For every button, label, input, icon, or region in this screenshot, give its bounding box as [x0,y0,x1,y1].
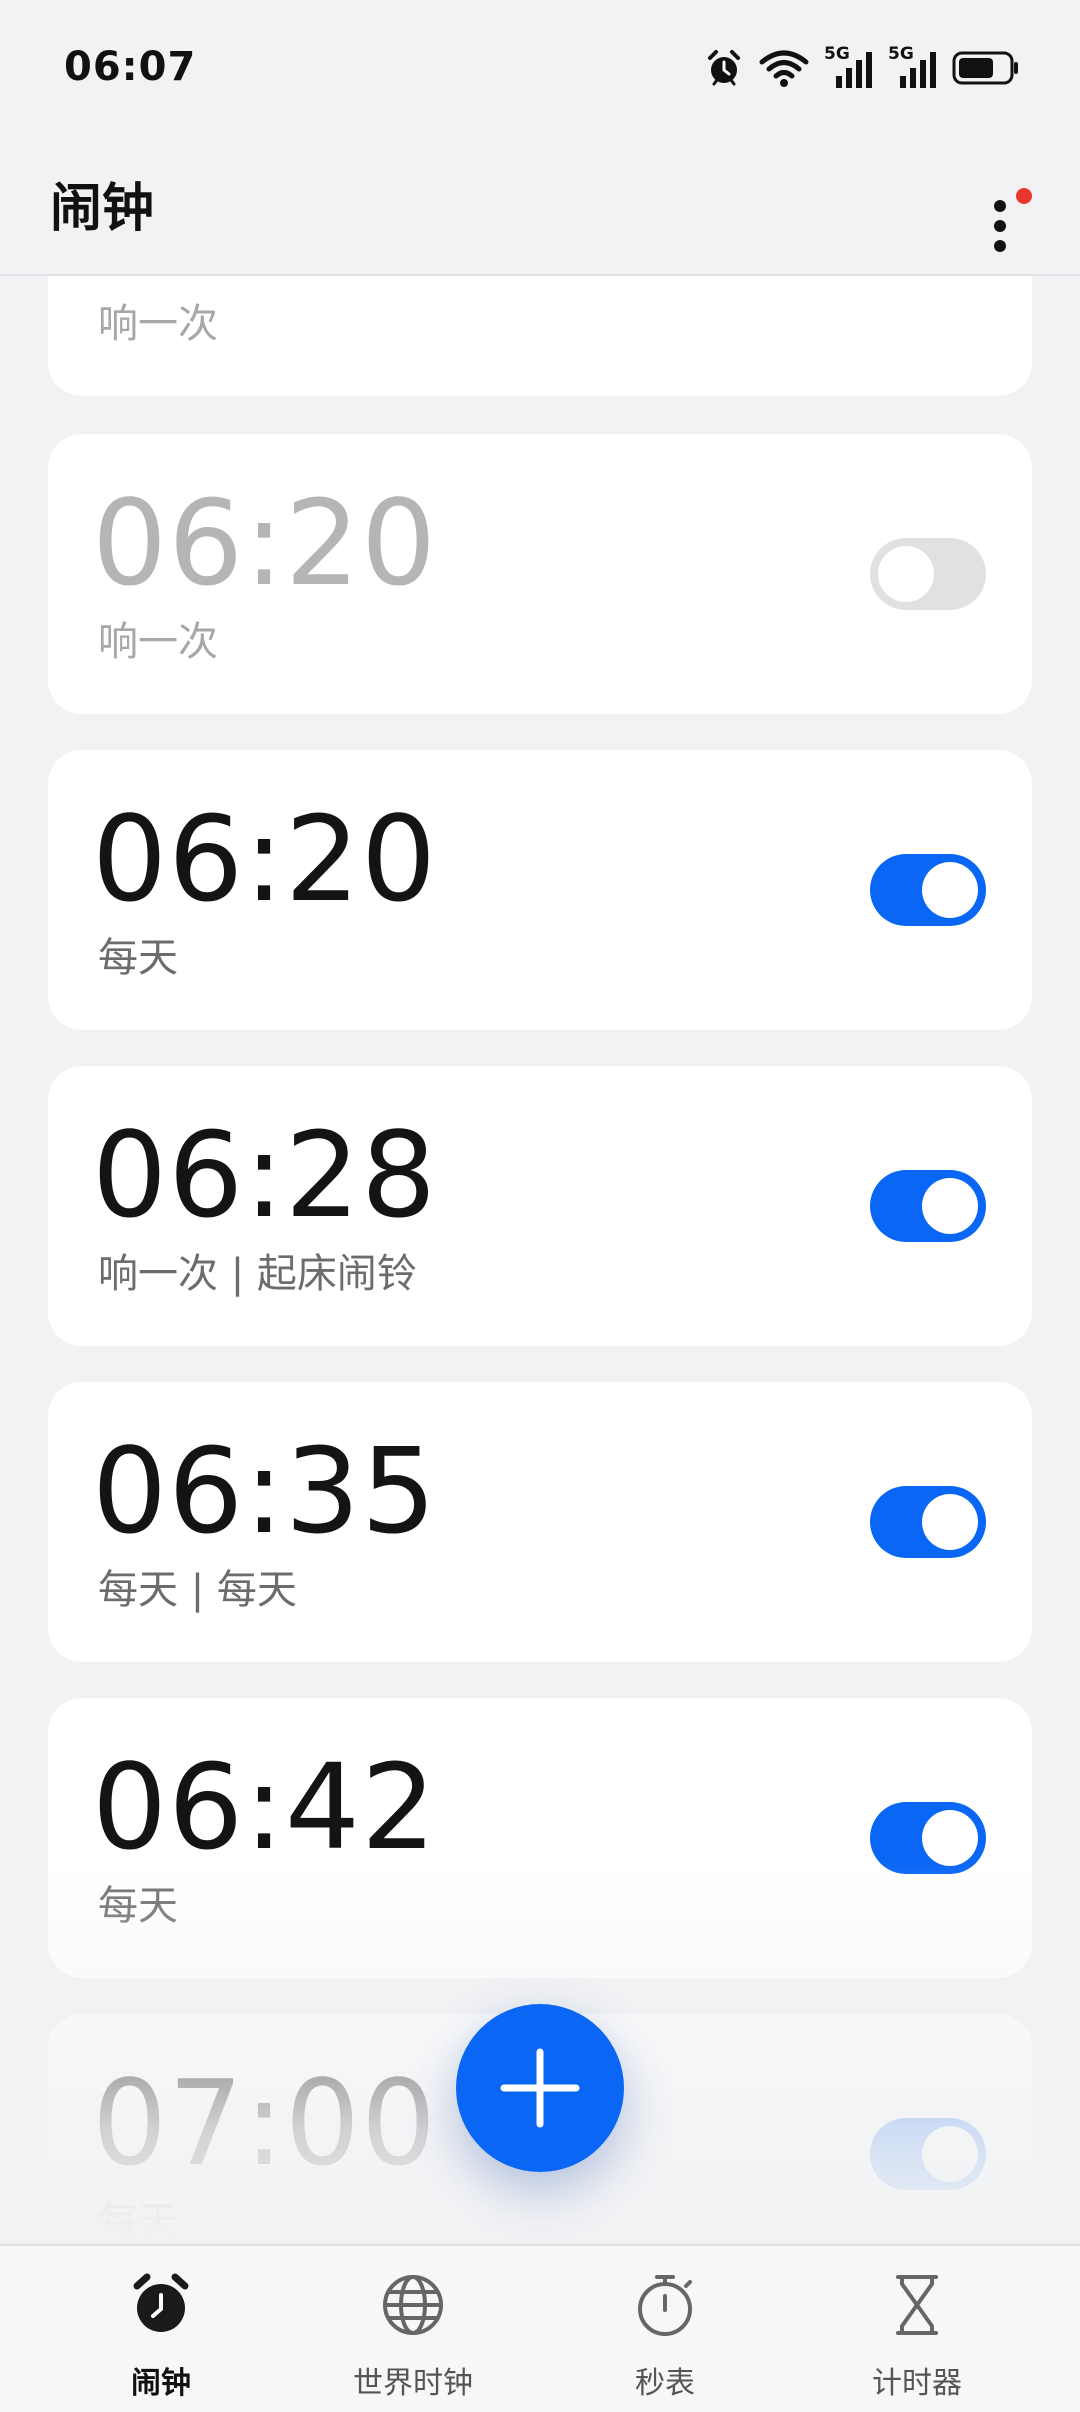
alarm-toggle[interactable] [870,1486,986,1558]
toggle-knob [922,1494,978,1550]
alarm-time: 06:28 [92,1106,438,1244]
alarm-card[interactable]: 06:20 每天 [48,750,1032,1030]
nav-tab-timer[interactable]: 计时器 [782,2246,1052,2412]
alarm-card[interactable]: 响一次 [48,276,1032,396]
status-time: 06:07 [64,44,197,90]
hourglass-icon [896,2275,938,2335]
toggle-knob [922,2126,978,2182]
battery-icon [952,50,1020,86]
alarm-repeat-label: 响一次 | 起床闹铃 [98,1251,417,1297]
nav-label: 秒表 [635,2366,695,2401]
toggle-knob [922,1178,978,1234]
alarm-time: 06:35 [92,1422,438,1560]
toggle-knob [922,862,978,918]
plus-icon [500,2048,580,2128]
alarm-toggle[interactable] [870,538,986,610]
alarm-time: 06:20 [92,790,438,928]
alarm-toggle[interactable] [870,2118,986,2190]
nav-label: 世界时钟 [353,2366,473,2401]
bottom-navigation: 闹钟 世界时钟 秒表 计时器 [0,2244,1080,2412]
alarm-repeat-label: 每天 [98,935,178,981]
clock-app: 06:07 5G 5G 闹钟 响一次 06:20 响一次 06:20 每天 06… [0,0,1080,2412]
alarm-repeat-label: 每天 [98,2199,178,2244]
more-vertical-icon [994,200,1006,212]
more-vertical-icon-dot [994,240,1006,252]
alarm-clock-icon [133,2273,189,2332]
nav-label: 闹钟 [131,2366,191,2401]
alarm-time: 06:42 [92,1738,438,1876]
more-vertical-icon-dot [994,220,1006,232]
stopwatch-icon [638,2275,692,2336]
toggle-knob [878,546,934,602]
alarm-list[interactable]: 响一次 06:20 响一次 06:20 每天 06:28 响一次 | 起床闹铃 … [0,276,1080,2244]
alarm-repeat-label: 响一次 [98,619,218,665]
toggle-knob [922,1810,978,1866]
alarm-repeat-label: 每天 [98,1883,178,1929]
more-options-button[interactable] [975,160,1032,252]
app-header: 闹钟 [0,130,1080,276]
nav-label: 计时器 [872,2366,962,2401]
alarm-time: 07:00 [92,2054,438,2192]
alarm-repeat-label: 响一次 [98,301,218,347]
alarm-card[interactable]: 06:42 每天 [48,1698,1032,1978]
add-alarm-button[interactable] [456,2004,624,2172]
alarm-card[interactable]: 06:35 每天 | 每天 [48,1382,1032,1662]
globe-icon [383,2275,443,2335]
status-icons: 5G 5G [704,44,1020,92]
alarm-card[interactable]: 06:20 响一次 [48,434,1032,714]
alarm-toggle[interactable] [870,1802,986,1874]
signal-5g-icon: 5G [888,44,938,90]
alarm-card[interactable]: 06:28 响一次 | 起床闹铃 [48,1066,1032,1346]
page-title: 闹钟 [50,179,155,239]
nav-tab-world-clock[interactable]: 世界时钟 [278,2246,548,2412]
alarm-repeat-label: 每天 | 每天 [98,1567,297,1613]
alarm-time: 06:20 [92,474,438,612]
nav-tab-alarm[interactable]: 闹钟 [26,2246,296,2412]
signal-5g-icon: 5G [824,44,874,90]
status-bar: 06:07 5G 5G [0,0,1080,130]
alarm-toggle[interactable] [870,854,986,926]
notification-badge [1016,188,1032,204]
alarm-toggle[interactable] [870,1170,986,1242]
nav-tab-stopwatch[interactable]: 秒表 [530,2246,800,2412]
wifi-icon [758,48,810,88]
alarm-icon [704,48,744,88]
